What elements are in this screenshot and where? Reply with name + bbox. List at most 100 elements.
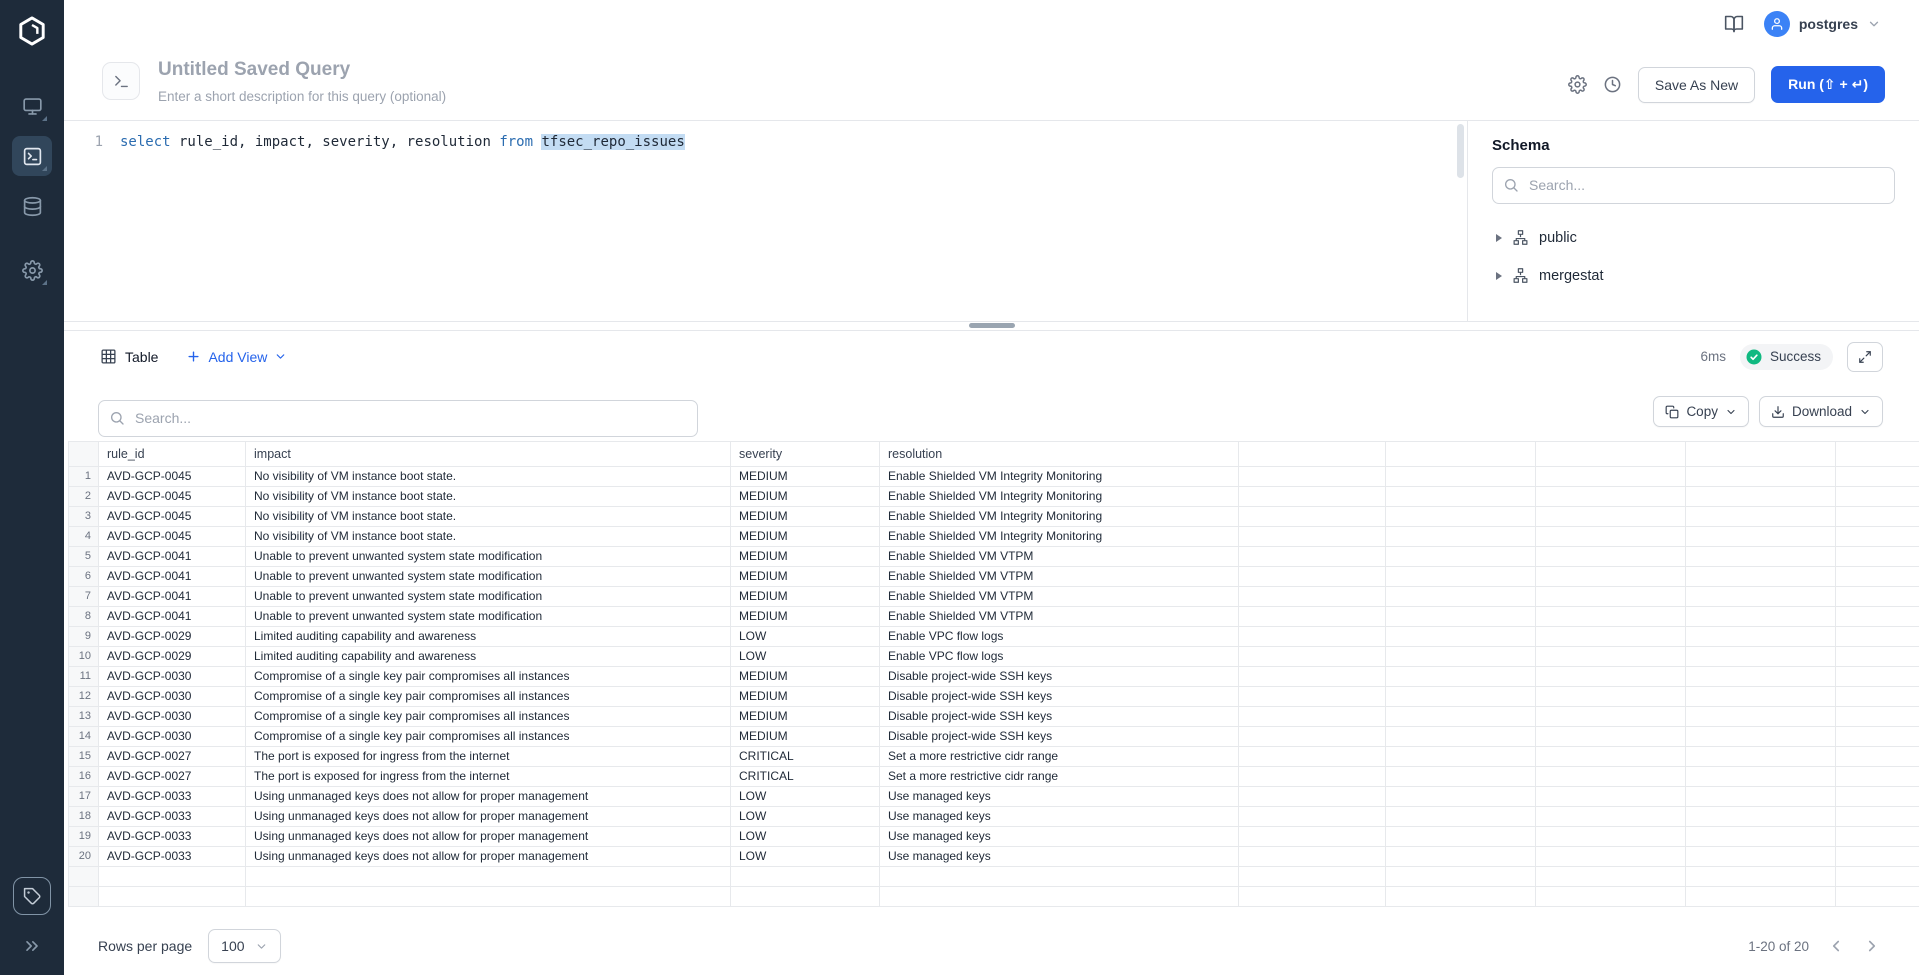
status-badge: Success xyxy=(1740,344,1833,370)
cell-severity: MEDIUM xyxy=(731,466,880,486)
table-row[interactable] xyxy=(69,866,1919,886)
cell-rule-id: AVD-GCP-0045 xyxy=(99,486,246,506)
row-number: 18 xyxy=(69,806,99,826)
row-number: 17 xyxy=(69,786,99,806)
cell-impact: Limited auditing capability and awarenes… xyxy=(246,646,731,666)
cell-empty xyxy=(1836,566,1919,586)
query-description[interactable]: Enter a short description for this query… xyxy=(158,89,446,104)
table-row[interactable]: 6 AVD-GCP-0041 Unable to prevent unwante… xyxy=(69,566,1919,586)
user-menu[interactable]: postgres xyxy=(1764,11,1881,37)
cell-severity: MEDIUM xyxy=(731,606,880,626)
cell-resolution: Enable VPC flow logs xyxy=(880,646,1239,666)
column-header-severity[interactable]: severity xyxy=(731,441,880,466)
schema-tree-item-mergestat[interactable]: mergestat xyxy=(1492,262,1895,290)
cell-rule-id: AVD-GCP-0041 xyxy=(99,546,246,566)
sidebar-item-data[interactable] xyxy=(12,186,52,226)
results-footer: Rows per page 100 1-20 of 20 xyxy=(64,917,1919,975)
rows-per-page-select[interactable]: 100 xyxy=(208,929,280,963)
query-settings-button[interactable] xyxy=(1568,75,1587,94)
run-query-button[interactable]: Run (⇧ + ↵) xyxy=(1771,66,1885,103)
schema-search-input[interactable] xyxy=(1492,167,1895,204)
cell-empty xyxy=(1536,726,1686,746)
results-search xyxy=(98,400,698,437)
table-row[interactable] xyxy=(69,886,1919,906)
cell-empty xyxy=(1386,506,1536,526)
cell-empty xyxy=(1836,486,1919,506)
fullscreen-button[interactable] xyxy=(1847,342,1883,372)
table-row[interactable]: 14 AVD-GCP-0030 Compromise of a single k… xyxy=(69,726,1919,746)
table-row[interactable]: 16 AVD-GCP-0027 The port is exposed for … xyxy=(69,766,1919,786)
add-view-button[interactable]: Add View xyxy=(186,349,287,365)
table-row[interactable]: 10 AVD-GCP-0029 Limited auditing capabil… xyxy=(69,646,1919,666)
previous-page-button[interactable] xyxy=(1827,937,1845,955)
copy-button[interactable]: Copy xyxy=(1653,396,1749,427)
table-row[interactable]: 5 AVD-GCP-0041 Unable to prevent unwante… xyxy=(69,546,1919,566)
table-row[interactable]: 18 AVD-GCP-0033 Using unmanaged keys doe… xyxy=(69,806,1919,826)
cell-rule-id: AVD-GCP-0033 xyxy=(99,846,246,866)
next-page-button[interactable] xyxy=(1863,937,1881,955)
cell-empty xyxy=(1239,486,1386,506)
sidebar-item-queries[interactable] xyxy=(12,136,52,176)
row-number: 1 xyxy=(69,466,99,486)
sidebar-expand-button[interactable] xyxy=(15,931,49,961)
table-row[interactable]: 8 AVD-GCP-0041 Unable to prevent unwante… xyxy=(69,606,1919,626)
cell-empty xyxy=(1239,746,1386,766)
cell-rule-id: AVD-GCP-0041 xyxy=(99,566,246,586)
chevron-down-icon xyxy=(1859,406,1871,418)
resize-handle[interactable] xyxy=(969,323,1015,328)
table-row[interactable]: 19 AVD-GCP-0033 Using unmanaged keys doe… xyxy=(69,826,1919,846)
cell-empty xyxy=(1836,846,1919,866)
query-title[interactable]: Untitled Saved Query xyxy=(158,58,446,82)
editor-scrollbar[interactable] xyxy=(1457,124,1464,178)
sidebar-item-settings[interactable] xyxy=(12,250,52,290)
table-row[interactable]: 7 AVD-GCP-0041 Unable to prevent unwante… xyxy=(69,586,1919,606)
table-row[interactable]: 11 AVD-GCP-0030 Compromise of a single k… xyxy=(69,666,1919,686)
query-history-button[interactable] xyxy=(1603,75,1622,94)
tags-button[interactable] xyxy=(13,877,51,915)
cell-impact: No visibility of VM instance boot state. xyxy=(246,506,731,526)
query-duration: 6ms xyxy=(1700,349,1726,364)
table-row[interactable]: 9 AVD-GCP-0029 Limited auditing capabili… xyxy=(69,626,1919,646)
download-label: Download xyxy=(1792,404,1852,419)
table-row[interactable]: 1 AVD-GCP-0045 No visibility of VM insta… xyxy=(69,466,1919,486)
column-header-impact[interactable]: impact xyxy=(246,441,731,466)
column-header-empty xyxy=(1386,441,1536,466)
main-area: postgres Untitled Saved Query Enter a sh… xyxy=(64,0,1919,975)
row-number: 9 xyxy=(69,626,99,646)
cell-empty xyxy=(1239,806,1386,826)
table-row[interactable]: 17 AVD-GCP-0033 Using unmanaged keys doe… xyxy=(69,786,1919,806)
monitor-icon xyxy=(22,96,43,117)
table-row[interactable]: 12 AVD-GCP-0030 Compromise of a single k… xyxy=(69,686,1919,706)
cell-empty xyxy=(1239,586,1386,606)
docs-book-icon[interactable] xyxy=(1724,14,1744,34)
cell-empty xyxy=(1386,586,1536,606)
column-header-resolution[interactable]: resolution xyxy=(880,441,1239,466)
cell-severity: LOW xyxy=(731,826,880,846)
cell-impact: No visibility of VM instance boot state. xyxy=(246,466,731,486)
user-avatar xyxy=(1764,11,1790,37)
schema-tree-item-public[interactable]: public xyxy=(1492,224,1895,252)
tab-table-view[interactable]: Table xyxy=(100,348,158,365)
cell-empty xyxy=(1239,826,1386,846)
plus-icon xyxy=(186,349,201,364)
row-number: 8 xyxy=(69,606,99,626)
download-button[interactable]: Download xyxy=(1759,396,1883,427)
save-as-new-button[interactable]: Save As New xyxy=(1638,67,1755,103)
table-row[interactable]: 13 AVD-GCP-0030 Compromise of a single k… xyxy=(69,706,1919,726)
column-header-rule-id[interactable]: rule_id xyxy=(99,441,246,466)
cell-empty xyxy=(1836,706,1919,726)
user-name: postgres xyxy=(1799,16,1858,32)
cell-resolution: Set a more restrictive cidr range xyxy=(880,766,1239,786)
table-row[interactable]: 15 AVD-GCP-0027 The port is exposed for … xyxy=(69,746,1919,766)
results-search-input[interactable] xyxy=(98,400,698,437)
cell-empty xyxy=(1686,466,1836,486)
cell-empty xyxy=(1536,826,1686,846)
sql-editor[interactable]: 1 select rule_id, impact, severity, reso… xyxy=(64,121,1467,321)
table-row[interactable]: 3 AVD-GCP-0045 No visibility of VM insta… xyxy=(69,506,1919,526)
table-row[interactable]: 2 AVD-GCP-0045 No visibility of VM insta… xyxy=(69,486,1919,506)
table-row[interactable]: 4 AVD-GCP-0045 No visibility of VM insta… xyxy=(69,526,1919,546)
column-header-empty xyxy=(1686,441,1836,466)
sidebar-item-repos[interactable] xyxy=(12,86,52,126)
table-row[interactable]: 20 AVD-GCP-0033 Using unmanaged keys doe… xyxy=(69,846,1919,866)
query-header-actions: Save As New Run (⇧ + ↵) xyxy=(1568,66,1885,103)
